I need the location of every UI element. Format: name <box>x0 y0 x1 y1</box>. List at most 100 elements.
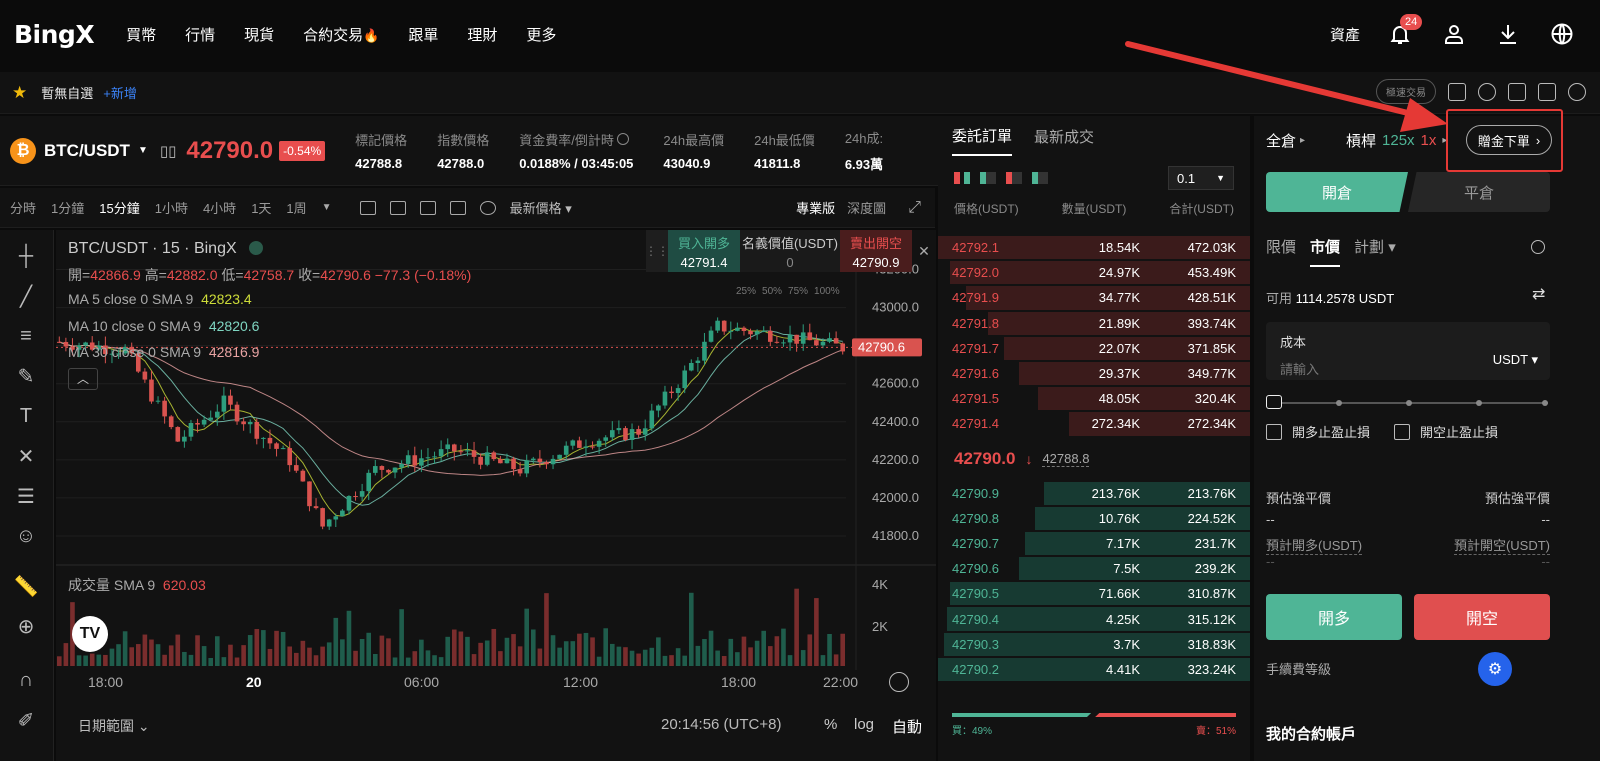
slider-step[interactable] <box>1476 400 1482 406</box>
bid-row[interactable]: 42790.8 10.76K 224.52K <box>938 506 1250 531</box>
close-position-tab[interactable]: 平倉 <box>1408 172 1550 212</box>
amount-slider[interactable] <box>1266 395 1548 409</box>
ask-row[interactable]: 42791.9 34.77K 428.51K <box>938 285 1250 310</box>
slider-step[interactable] <box>1542 400 1548 406</box>
interval-1w[interactable]: 1周 <box>286 198 306 217</box>
interval-1d[interactable]: 1天 <box>251 198 271 217</box>
pct-25[interactable]: 25% <box>736 286 756 297</box>
user-icon[interactable] <box>1440 20 1468 48</box>
pct-75[interactable]: 75% <box>788 286 808 297</box>
tab-limit[interactable]: 限價 <box>1266 236 1296 267</box>
depth-view-tab[interactable]: 深度圖 <box>847 198 886 217</box>
open-short-button[interactable]: 開空 <box>1414 594 1550 640</box>
indicators-icon[interactable] <box>359 200 376 215</box>
brush-icon[interactable]: ✎ <box>12 362 40 390</box>
globe-icon[interactable] <box>1548 20 1576 48</box>
bid-row[interactable]: 42790.3 3.7K 318.83K <box>938 632 1250 657</box>
ask-row[interactable]: 42791.5 48.05K 320.4K <box>938 386 1250 411</box>
nav-markets[interactable]: 行情 <box>185 24 215 45</box>
nav-futures[interactable]: 合約交易🔥 <box>303 24 379 45</box>
ask-row[interactable]: 42791.8 21.89K 393.74K <box>938 311 1250 336</box>
mid-mark-price[interactable]: 42788.8 <box>1042 451 1090 467</box>
interval-tick[interactable]: 分時 <box>10 198 36 217</box>
cost-input[interactable]: 成本 請輸入 USDT ▾ <box>1266 322 1550 380</box>
slider-handle[interactable] <box>1266 395 1282 409</box>
quick-trade-toggle[interactable]: 極速交易 <box>1376 79 1436 104</box>
emoji-icon[interactable]: ☺ <box>12 522 40 550</box>
percent-scale-toggle[interactable]: % <box>824 716 837 733</box>
leverage-select[interactable]: 槓桿 125x 1x ▸ <box>1346 130 1447 151</box>
asks-view-icon[interactable] <box>1006 172 1022 184</box>
quick-sell-button[interactable]: 賣出開空 42790.9 <box>840 230 912 272</box>
tp-sl-long-checkbox[interactable] <box>1266 423 1282 440</box>
price-type-select[interactable]: 最新價格 ▾ <box>510 198 572 217</box>
ask-row[interactable]: 42791.4 272.34K 272.34K <box>938 411 1250 436</box>
ask-row[interactable]: 42791.6 29.37K 349.77K <box>938 361 1250 386</box>
calculator-icon[interactable] <box>1478 82 1496 101</box>
bid-row[interactable]: 42790.5 71.66K 310.87K <box>938 581 1250 606</box>
log-scale-toggle[interactable]: log <box>854 716 874 733</box>
collapse-legend-button[interactable]: ︿ <box>68 368 98 390</box>
info-icon[interactable] <box>617 133 630 145</box>
pair-selector[interactable]: BTC/USDT <box>44 141 130 161</box>
trend-line-icon[interactable]: ╱ <box>12 282 40 310</box>
book-icon[interactable] <box>1538 82 1556 101</box>
pattern-icon[interactable]: ✕ <box>12 442 40 470</box>
bid-row[interactable]: 42790.4 4.25K 315.12K <box>938 606 1250 631</box>
margin-mode-select[interactable]: 全倉 ▸ <box>1266 130 1305 151</box>
star-icon[interactable]: ★ <box>12 83 27 103</box>
magnet-icon[interactable]: ∩ <box>12 666 40 694</box>
fullscreen-icon[interactable]: ⤢ <box>908 199 921 217</box>
nav-spot[interactable]: 現貨 <box>244 24 274 45</box>
slider-step[interactable] <box>1406 400 1412 406</box>
open-long-button[interactable]: 開多 <box>1266 594 1402 640</box>
nav-copy-trade[interactable]: 跟單 <box>408 24 438 45</box>
both-sides-view-icon[interactable] <box>954 172 970 184</box>
nav-assets[interactable]: 資產 <box>1330 24 1360 45</box>
bid-row[interactable]: 42790.7 7.17K 231.7K <box>938 531 1250 556</box>
reset-icon[interactable] <box>479 200 496 215</box>
pro-view-tab[interactable]: 專業版 <box>796 198 835 217</box>
interval-15m[interactable]: 15分鐘 <box>99 198 139 217</box>
slider-step[interactable] <box>1336 400 1342 406</box>
interval-more-icon[interactable]: ▼ <box>322 202 332 213</box>
nav-buy-crypto[interactable]: 買幣 <box>126 24 156 45</box>
ask-row[interactable]: 42792.0 24.97K 453.49K <box>938 260 1250 285</box>
notes-icon[interactable] <box>1448 82 1466 101</box>
interval-1h[interactable]: 1小時 <box>155 198 188 217</box>
fee-settings-icon[interactable]: ⚙ <box>1478 652 1512 686</box>
price-step-select[interactable]: 0.1 ▼ <box>1168 166 1234 190</box>
close-quick-icon[interactable]: ✕ <box>912 230 936 272</box>
tab-market[interactable]: 市價 <box>1310 236 1341 267</box>
interval-1m[interactable]: 1分鐘 <box>51 198 84 217</box>
fib-icon[interactable]: ≡ <box>12 322 40 350</box>
date-range-select[interactable]: 日期範圍 ⌄ <box>78 716 150 736</box>
zoom-in-icon[interactable]: ⊕ <box>12 612 40 640</box>
bid-row[interactable]: 42790.6 7.5K 239.2K <box>938 556 1250 581</box>
download-icon[interactable] <box>1494 20 1522 48</box>
nav-more[interactable]: 更多 <box>526 24 556 45</box>
ruler-icon[interactable]: 📏 <box>12 572 40 600</box>
candle-type-icon[interactable] <box>389 200 406 215</box>
bid-row[interactable]: 42790.2 4.41K 323.24K <box>938 657 1250 682</box>
open-position-tab[interactable]: 開倉 <box>1266 172 1408 212</box>
tab-plan[interactable]: 計劃 ▾ <box>1354 236 1396 267</box>
settings-icon[interactable] <box>1568 82 1586 101</box>
notional-field[interactable]: 名義價值(USDT) 0 <box>740 230 840 272</box>
text-icon[interactable]: T <box>12 402 40 430</box>
measure-lines-icon[interactable]: ☰ <box>12 482 40 510</box>
nav-earn[interactable]: 理財 <box>467 24 497 45</box>
transfer-icon[interactable]: ⇄ <box>1532 284 1545 304</box>
tradingview-logo[interactable]: TV <box>72 616 108 652</box>
chart-settings-icon[interactable] <box>889 672 909 692</box>
template-icon[interactable] <box>419 200 436 215</box>
tp-sl-short-checkbox[interactable] <box>1394 423 1410 440</box>
camera-icon[interactable] <box>449 200 466 215</box>
caret-down-icon[interactable]: ▼ <box>138 145 148 156</box>
bids-view-icon[interactable] <box>980 172 996 184</box>
auto-scale-toggle[interactable]: 自動 <box>892 716 922 737</box>
bingx-logo[interactable]: BingX <box>14 20 95 49</box>
lock-drawing-icon[interactable]: ✐ <box>12 706 40 734</box>
drag-handle-icon[interactable]: ⋮⋮ <box>645 230 669 272</box>
tab-recent-trades[interactable]: 最新成交 <box>1034 126 1094 155</box>
